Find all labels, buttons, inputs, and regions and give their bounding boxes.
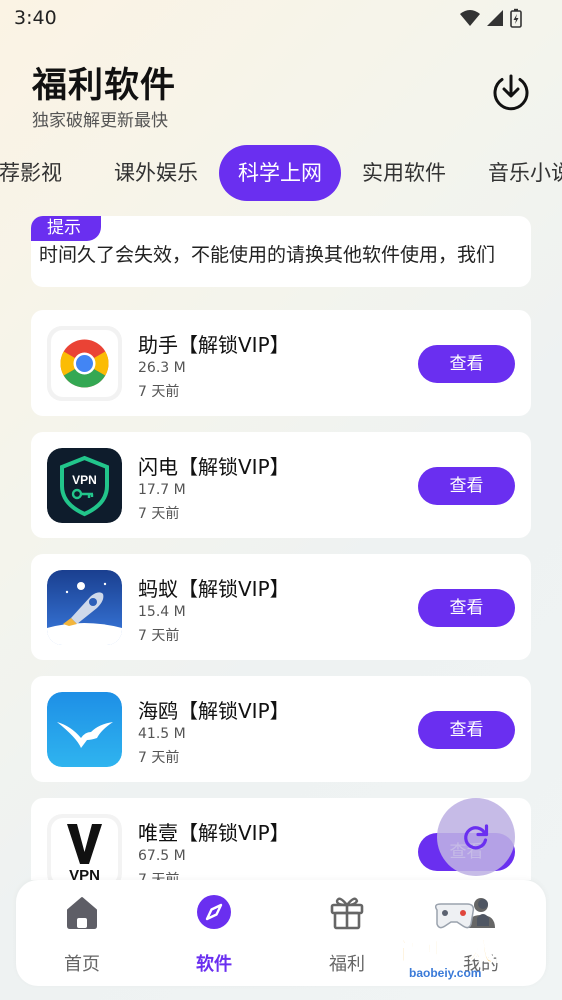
tab-science-internet[interactable]: 科学上网	[219, 145, 341, 201]
nav-item-home[interactable]: 首页	[37, 892, 127, 982]
nav-item-software[interactable]: 软件	[169, 892, 259, 982]
nav-label: 软件	[196, 954, 232, 975]
notice-banner: 提示 时间久了会失效，不能使用的请换其他软件使用，我们	[31, 216, 531, 287]
tab-extracurricular-fun[interactable]: 课外娱乐	[114, 145, 198, 201]
refresh-icon	[464, 824, 489, 850]
signal-icon	[487, 10, 503, 26]
app-size: 26.3 M	[138, 360, 186, 376]
app-time: 7 天前	[138, 506, 180, 522]
app-size: 17.7 M	[138, 482, 186, 498]
app-time: 7 天前	[138, 628, 180, 644]
category-tabs: 推荐影视 课外娱乐 科学上网 实用软件 音乐小说	[0, 145, 562, 201]
app-name: 助手【解锁VIP】	[138, 333, 290, 357]
home-icon	[67, 897, 97, 929]
app-time: 7 天前	[138, 384, 180, 400]
status-time: 3:40	[14, 7, 57, 29]
view-button[interactable]: 查看	[418, 711, 515, 749]
app-size: 15.4 M	[138, 604, 186, 620]
page-subtitle: 独家破解更新最快	[32, 111, 168, 131]
download-icon[interactable]	[491, 71, 531, 111]
watermark-url: baobeiy.com	[409, 966, 482, 980]
vpn-shield-icon: VPN	[47, 448, 122, 523]
app-time: 7 天前	[138, 872, 180, 880]
nav-label: 首页	[64, 954, 100, 975]
notice-text: 时间久了会失效，不能使用的请换其他软件使用，我们	[39, 244, 496, 266]
rocket-ant-icon	[47, 570, 122, 645]
seagull-icon	[47, 692, 122, 767]
nav-label: 福利	[329, 954, 365, 975]
notice-tag: 提示	[31, 216, 101, 241]
tab-practical-software[interactable]: 实用软件	[362, 145, 446, 201]
wifi-icon	[460, 10, 480, 26]
app-size: 67.5 M	[138, 848, 186, 864]
gift-icon	[330, 897, 364, 930]
app-name: 唯壹【解锁VIP】	[138, 821, 290, 845]
watermark-logo: 宝贝游戏网 baobeiy.com	[383, 896, 533, 996]
list-item[interactable]: VPN 闪电【解锁VIP】 17.7 M 7 天前 查看	[31, 432, 531, 538]
list-item[interactable]: 海鸥【解锁VIP】 41.5 M 7 天前 查看	[31, 676, 531, 782]
svg-text:VPN: VPN	[69, 867, 100, 880]
view-button[interactable]: 查看	[418, 345, 515, 383]
chrome-style-icon	[47, 326, 122, 401]
watermark-text: 宝贝游戏网	[390, 937, 522, 967]
app-name: 海鸥【解锁VIP】	[138, 699, 290, 723]
gamepad-icon	[434, 899, 489, 929]
tab-music-novels[interactable]: 音乐小说	[488, 145, 562, 201]
battery-icon	[510, 8, 522, 28]
page-title: 福利软件	[32, 66, 177, 106]
app-list[interactable]: 助手【解锁VIP】 26.3 M 7 天前 查看 VPN 闪电【解锁VIP】 1…	[0, 296, 562, 880]
compass-icon	[197, 895, 231, 929]
status-bar: 3:40	[0, 0, 562, 38]
app-name: 闪电【解锁VIP】	[138, 455, 290, 479]
v-vpn-icon: VPN	[47, 814, 122, 880]
view-button[interactable]: 查看	[418, 589, 515, 627]
refresh-button[interactable]	[437, 798, 515, 876]
app-size: 41.5 M	[138, 726, 186, 742]
nav-item-welfare[interactable]: 福利	[302, 892, 392, 982]
svg-text:VPN: VPN	[72, 473, 97, 487]
app-time: 7 天前	[138, 750, 180, 766]
tab-recommended-videos[interactable]: 推荐影视	[0, 145, 62, 201]
status-icons	[460, 8, 522, 28]
list-item[interactable]: 蚂蚁【解锁VIP】 15.4 M 7 天前 查看	[31, 554, 531, 660]
app-name: 蚂蚁【解锁VIP】	[138, 577, 290, 601]
list-item[interactable]: 助手【解锁VIP】 26.3 M 7 天前 查看	[31, 310, 531, 416]
view-button[interactable]: 查看	[418, 467, 515, 505]
